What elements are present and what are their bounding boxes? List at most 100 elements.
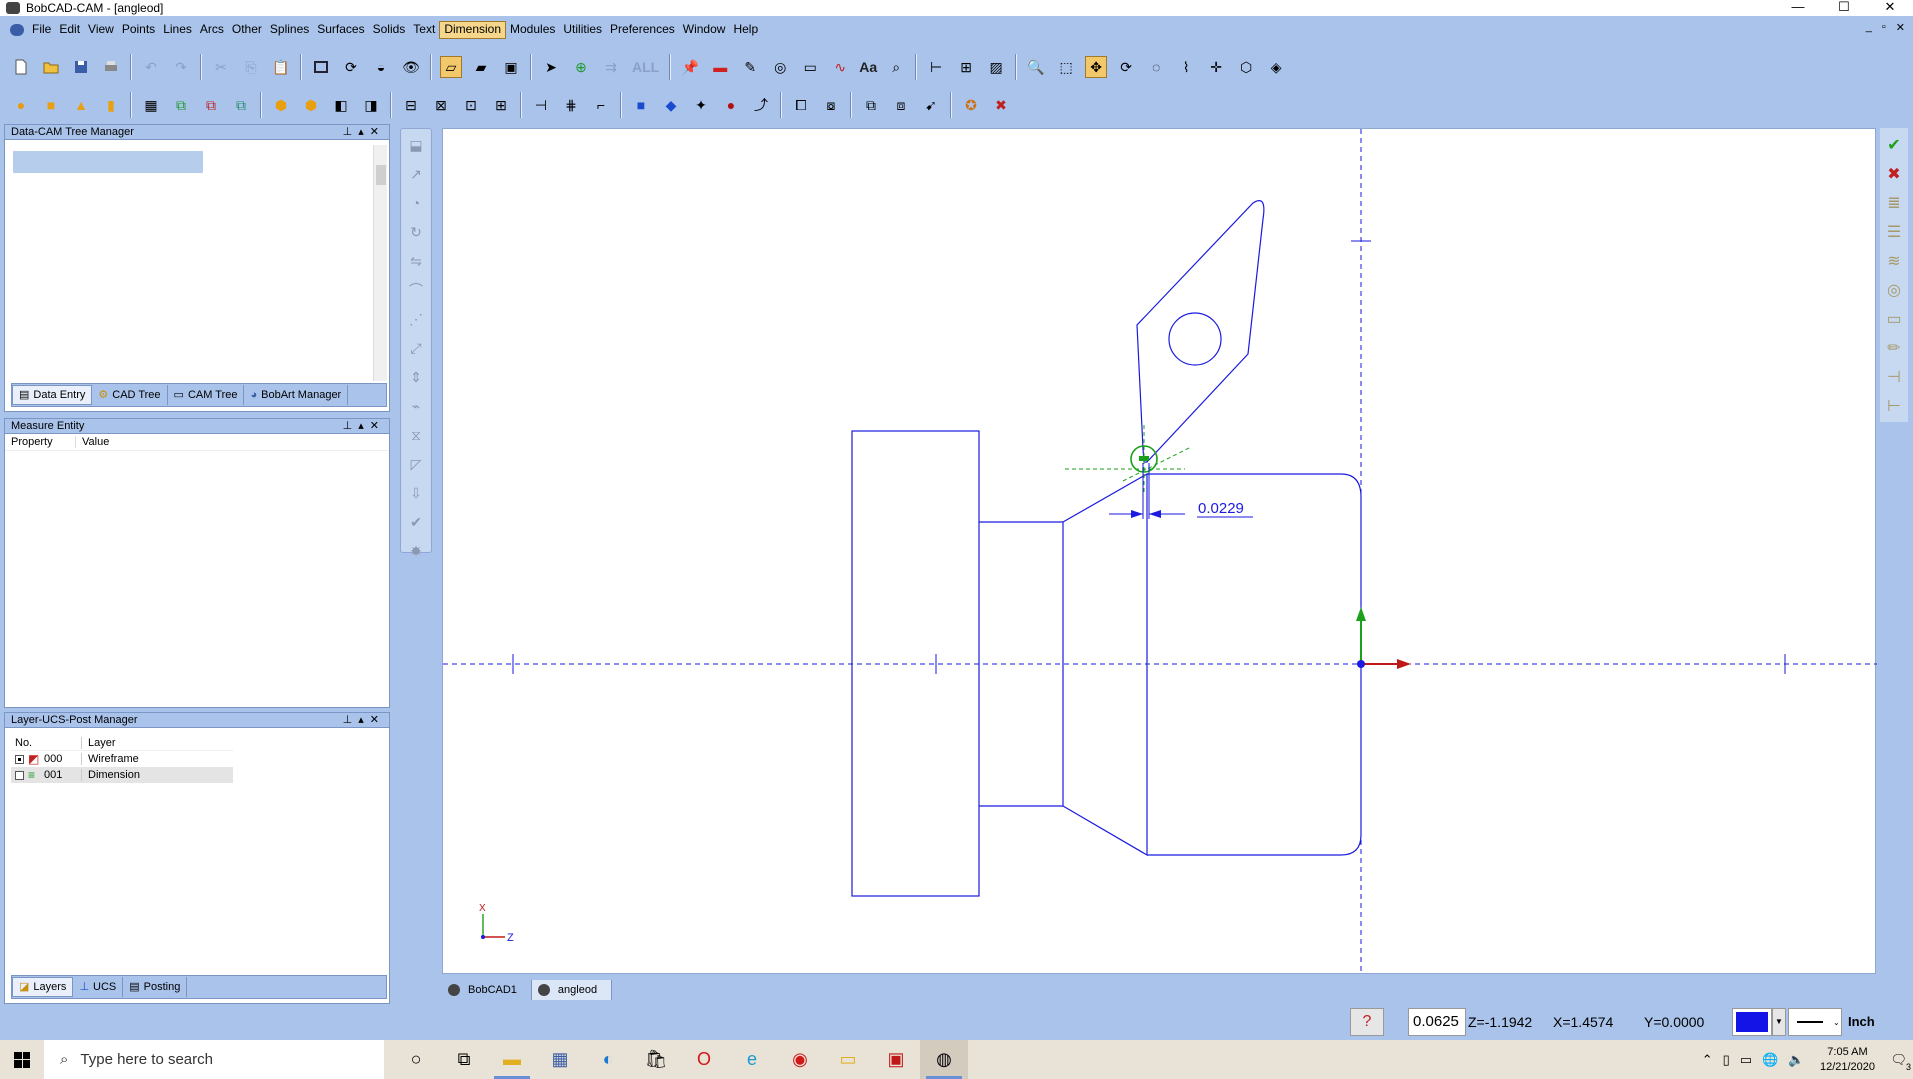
add-point-icon[interactable]: ⊕ [570,56,592,78]
align-icon[interactable]: ⊟ [400,94,422,116]
menu-points[interactable]: Points [118,21,159,39]
group-icon[interactable]: ⧠ [790,94,812,116]
delete-entity-icon[interactable]: ▬ [709,56,731,78]
join-icon[interactable]: ⧖ [407,425,425,445]
rotate-entity-icon[interactable]: ↗ [407,164,425,184]
cancel-x-icon[interactable]: ✖ [1883,163,1905,186]
menu-modules[interactable]: Modules [506,21,559,39]
battery-icon[interactable]: ▭ [1740,1052,1752,1068]
tool-path-icon[interactable]: ⤴ [750,94,772,116]
panel-pin-close-icon[interactable]: ⊥▴✕ [343,125,389,139]
blue-cube-pen-icon[interactable]: ◆ [660,94,682,116]
layer-visible-checkbox[interactable] [15,754,24,764]
red-app-icon[interactable]: ◉ [776,1040,824,1079]
dimension-left-icon[interactable]: ⊢ [1883,395,1905,418]
list-icon[interactable]: ≣ [1883,192,1905,215]
cortana-icon[interactable]: ○ [392,1040,440,1079]
tab-posting[interactable]: ▤ Posting [123,977,188,997]
network-icon[interactable]: 🌐 [1762,1052,1778,1068]
drawing-canvas[interactable]: 0.0229 X Z [442,128,1877,975]
shell-icon[interactable]: ◧ [330,94,352,116]
paste-icon[interactable]: 📋 [270,56,292,78]
turning-tool-insert[interactable] [1136,200,1265,463]
menu-view[interactable]: View [84,21,118,39]
select-arrow-icon[interactable]: ➤ [540,56,562,78]
menu-utilities[interactable]: Utilities [559,21,606,39]
pointer-transform-icon[interactable]: ➹ [920,94,942,116]
pin-icon[interactable]: 📌 [679,56,701,78]
menu-dimension[interactable]: Dimension [439,21,507,39]
device-icon[interactable]: ▯ [1723,1052,1730,1068]
layer-row[interactable]: ◩ 000 Wireframe [11,751,233,767]
undo-icon[interactable]: ↶ [140,56,162,78]
refresh-view-icon[interactable]: ⟳ [1115,56,1137,78]
internet-explorer-icon[interactable]: e [728,1040,776,1079]
tab-data-entry[interactable]: ▤ Data Entry [12,385,93,405]
spiral-icon[interactable]: ◎ [1883,279,1905,302]
menu-solids[interactable]: Solids [369,21,410,39]
translate-icon[interactable]: ⬓ [407,135,425,155]
measure-icon[interactable]: ⌕ [885,56,907,78]
eye-icon[interactable]: 👁 [400,56,422,78]
clock[interactable]: 7:05 AM 12/21/2020 [1814,1045,1880,1075]
ucs-icon[interactable]: ✛ [1205,56,1227,78]
pencil-ruler-icon[interactable]: ✏ [1883,337,1905,360]
transform-icon[interactable]: ⧈ [890,94,912,116]
value-input[interactable]: 0.0625 [1408,1008,1466,1036]
menu-splines[interactable]: Splines [266,21,313,39]
volume-icon[interactable]: 🔈 [1788,1052,1804,1068]
mirror-icon[interactable]: ⊠ [430,94,452,116]
box-solid-icon[interactable]: ▦ [140,94,162,116]
layer-visible-checkbox[interactable] [15,770,24,780]
blue-cube-icon[interactable]: ■ [630,94,652,116]
menu-arcs[interactable]: Arcs [196,21,228,39]
calculator-icon[interactable]: ▦ [536,1040,584,1079]
menu-preferences[interactable]: Preferences [606,21,679,39]
panel-pin-close-icon[interactable]: ⊥▴✕ [343,713,389,727]
ungroup-icon[interactable]: ⧇ [820,94,842,116]
mdi-minimize-button[interactable]: _ [1866,21,1872,34]
save-icon[interactable] [70,56,92,78]
tab-ucs[interactable]: ⊥ UCS [73,977,124,997]
zoom-window-icon[interactable]: ⬚ [1055,56,1077,78]
chevron-up-icon[interactable]: ⌃ [1702,1052,1713,1068]
stretch-icon[interactable]: ⇕ [407,367,425,387]
copy-icon[interactable]: ⎘ [240,56,262,78]
boolean-intersect-icon[interactable]: ⧉ [230,94,252,116]
break-icon[interactable]: ⌁ [407,396,425,416]
text-tool-label[interactable]: Aa [859,59,877,75]
redo-icon[interactable]: ↷ [170,56,192,78]
pan-icon[interactable]: ✥ [1085,56,1108,78]
select-chain-icon[interactable]: ⇉ [600,56,622,78]
pencil-icon[interactable]: ✎ [739,56,761,78]
color-picker[interactable] [1732,1008,1772,1036]
circle-tool-icon[interactable]: ◎ [769,56,791,78]
tree-selected-item[interactable] [13,151,203,173]
bobcad-taskbar-icon[interactable]: ◍ [920,1040,968,1079]
edge-icon[interactable]: ◐ [584,1040,632,1079]
plane-icon[interactable]: ▰ [470,56,492,78]
close-button[interactable]: ✕ [1867,0,1913,16]
rotate-view-icon[interactable]: ⟳ [340,56,362,78]
sphere-icon[interactable]: ● [10,94,32,116]
hatch-icon[interactable]: ▨ [985,56,1007,78]
offset-icon[interactable]: ⊞ [490,94,512,116]
menu-edit[interactable]: Edit [55,21,84,39]
tab-layers[interactable]: ◪ Layers [12,977,74,997]
tab-bobcad1[interactable]: BobCAD1 [442,980,532,1000]
orbit-icon[interactable]: ◌ [1145,56,1167,78]
maximize-button[interactable]: ☐ [1821,0,1867,16]
tab-cad-tree[interactable]: ⚙ CAD Tree [92,385,168,405]
stack-icon[interactable]: ☰ [1883,221,1905,244]
zoom-icon[interactable]: 🔍 [1025,56,1047,78]
menu-other[interactable]: Other [228,21,266,39]
line-style-picker[interactable]: ⌄ [1788,1008,1842,1036]
box-plane-icon[interactable]: ▣ [500,56,522,78]
dimension-vertical-icon[interactable]: ⊞ [955,56,977,78]
array-icon[interactable]: ⋰ [407,309,425,329]
cad-viewport[interactable]: 0.0229 X Z [443,129,1877,975]
mdi-restore-button[interactable]: ▫ [1882,21,1886,34]
render-icon[interactable]: ◈ [1265,56,1287,78]
check-entity-icon[interactable]: ✔ [407,512,425,532]
split-icon[interactable]: ◨ [360,94,382,116]
